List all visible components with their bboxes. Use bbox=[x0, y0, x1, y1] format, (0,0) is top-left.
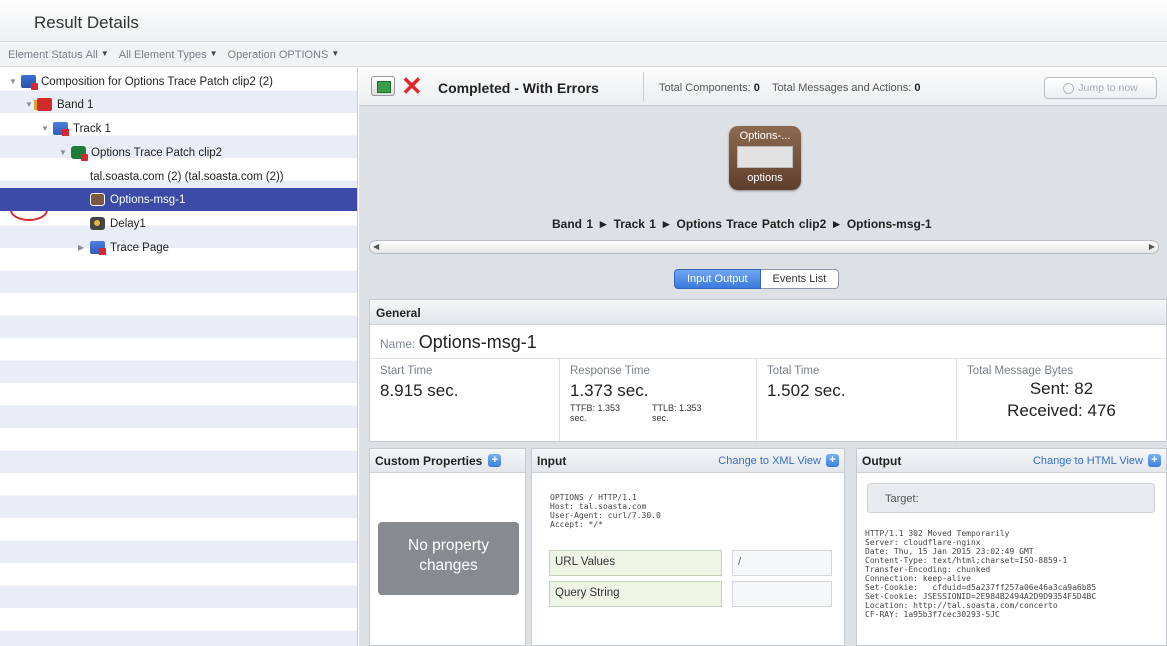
clock-icon bbox=[1063, 82, 1075, 94]
sent-bytes: Sent: 82 bbox=[1029, 379, 1094, 398]
breadcrumb-item[interactable]: Band 1 bbox=[552, 217, 593, 231]
tab-input-output[interactable]: Input Output bbox=[674, 269, 761, 289]
tree-item-clip[interactable]: ▼ Options Trace Patch clip2 bbox=[0, 141, 357, 164]
breadcrumb: Band 1 ► Track 1 ► Options Trace Patch c… bbox=[552, 217, 932, 231]
status-counts: Total Components: 0 Total Messages and A… bbox=[659, 82, 921, 94]
tree-item-target[interactable]: tal.soasta.com (2) (tal.soasta.com (2)) bbox=[0, 165, 357, 221]
name-row: Name: Options-msg-1 bbox=[370, 325, 1166, 359]
expand-icon[interactable]: + bbox=[1148, 454, 1161, 467]
output-header: Output bbox=[862, 453, 902, 468]
start-time-metric: Start Time 8.915 sec. bbox=[370, 359, 560, 441]
element-types-filter[interactable]: All Element Types ▼ bbox=[119, 49, 218, 61]
track-icon bbox=[53, 122, 69, 136]
expand-triangle-icon[interactable]: ▼ bbox=[9, 77, 18, 86]
url-values-label: URL Values bbox=[549, 550, 722, 576]
tree-item-band[interactable]: ▼ Band 1 bbox=[0, 93, 357, 116]
breadcrumb-item[interactable]: Options-msg-1 bbox=[847, 217, 932, 231]
timeline-scrollbar[interactable]: ◀ ▶ bbox=[369, 240, 1159, 254]
scroll-right-icon[interactable]: ▶ bbox=[1149, 242, 1155, 251]
clip-icon bbox=[71, 146, 88, 161]
url-values-field[interactable]: / bbox=[732, 550, 832, 576]
tree-item-delay[interactable]: Delay1 bbox=[0, 212, 357, 235]
jump-to-now-button[interactable]: Jump to now bbox=[1044, 77, 1157, 99]
general-section: General Name: Options-msg-1 Start Time 8… bbox=[369, 299, 1167, 442]
view-tabs: Input Output Events List bbox=[674, 269, 840, 289]
no-property-changes: No property changes bbox=[378, 522, 519, 595]
input-header: Input bbox=[537, 453, 567, 468]
composition-icon bbox=[21, 75, 38, 90]
expand-triangle-icon[interactable]: ▼ bbox=[59, 148, 68, 157]
request-text: OPTIONS / HTTP/1.1 Host: tal.soasta.com … bbox=[550, 493, 661, 529]
response-time-metric: Response Time 1.373 sec. TTFB: 1.353 sec… bbox=[560, 359, 757, 441]
delay-icon bbox=[90, 217, 105, 230]
error-x-icon: ✕ bbox=[401, 71, 423, 101]
band-icon bbox=[34, 98, 52, 111]
tab-events-list[interactable]: Events List bbox=[760, 269, 840, 289]
export-button[interactable] bbox=[371, 76, 395, 96]
collapse-triangle-icon[interactable]: ▶ bbox=[78, 243, 87, 252]
output-panel: Output Change to HTML View + Target: HTT… bbox=[856, 448, 1167, 646]
received-bytes: Received: 476 bbox=[1007, 401, 1116, 420]
chevron-down-icon: ▼ bbox=[331, 48, 340, 58]
expand-triangle-icon[interactable]: ▼ bbox=[41, 124, 50, 133]
breadcrumb-item[interactable]: Options Trace Patch clip2 bbox=[677, 217, 827, 231]
message-icon bbox=[90, 193, 105, 206]
change-to-html-view-link[interactable]: Change to HTML View bbox=[1033, 455, 1143, 467]
divider bbox=[643, 72, 644, 102]
ttlb-value: TTLB: 1.353 sec. bbox=[652, 403, 702, 423]
expand-triangle-icon[interactable]: ▼ bbox=[25, 100, 34, 109]
message-node-box bbox=[737, 146, 793, 168]
bytes-metric: Total Message Bytes Sent: 82 Received: 4… bbox=[957, 359, 1166, 441]
ttfb-value: TTFB: 1.353 sec. bbox=[570, 403, 621, 423]
expand-icon[interactable]: + bbox=[826, 454, 839, 467]
status-bar: ✕ Completed - With Errors Total Componen… bbox=[359, 68, 1167, 106]
element-tree: ▼ Composition for Options Trace Patch cl… bbox=[0, 68, 358, 646]
page-title: Result Details bbox=[34, 13, 139, 32]
detail-pane: ✕ Completed - With Errors Total Componen… bbox=[359, 68, 1167, 646]
custom-properties-header: Custom Properties bbox=[375, 453, 483, 468]
general-header: General bbox=[370, 300, 1166, 325]
chevron-down-icon: ▼ bbox=[100, 48, 109, 58]
element-status-filter[interactable]: Element Status All ▼ bbox=[8, 49, 109, 61]
metrics-row: Start Time 8.915 sec. Response Time 1.37… bbox=[370, 359, 1166, 441]
scroll-left-icon[interactable]: ◀ bbox=[373, 242, 379, 251]
operation-filter[interactable]: Operation OPTIONS ▼ bbox=[228, 49, 340, 61]
chevron-down-icon: ▼ bbox=[209, 48, 218, 58]
trace-page-icon bbox=[90, 241, 106, 255]
tree-item-track[interactable]: ▼ Track 1 bbox=[0, 117, 357, 140]
tree-item-options-msg[interactable]: Options-msg-1 bbox=[0, 188, 357, 211]
total-time-metric: Total Time 1.502 sec. bbox=[757, 359, 957, 441]
breadcrumb-item[interactable]: Track 1 bbox=[614, 217, 656, 231]
tree-item-composition[interactable]: ▼ Composition for Options Trace Patch cl… bbox=[0, 70, 357, 93]
query-string-field[interactable] bbox=[732, 581, 832, 607]
response-text: HTTP/1.1 302 Moved Temporarily Server: c… bbox=[865, 529, 1097, 619]
status-text: Completed - With Errors bbox=[438, 80, 599, 96]
custom-properties-panel: Custom Properties + No property changes bbox=[369, 448, 526, 646]
message-node[interactable]: Options-... options bbox=[729, 126, 801, 190]
query-string-label: Query String bbox=[549, 581, 722, 607]
tree-item-trace-page[interactable]: ▶ Trace Page bbox=[0, 236, 357, 259]
filter-bar: Element Status All ▼ All Element Types ▼… bbox=[0, 43, 1167, 67]
target-field: Target: bbox=[867, 483, 1155, 513]
add-property-icon[interactable]: + bbox=[488, 454, 502, 467]
input-panel: Input Change to XML View + OPTIONS / HTT… bbox=[531, 448, 845, 646]
change-to-xml-view-link[interactable]: Change to XML View bbox=[718, 455, 821, 467]
title-bar: Result Details bbox=[0, 0, 1167, 42]
name-value: Options-msg-1 bbox=[418, 332, 537, 352]
